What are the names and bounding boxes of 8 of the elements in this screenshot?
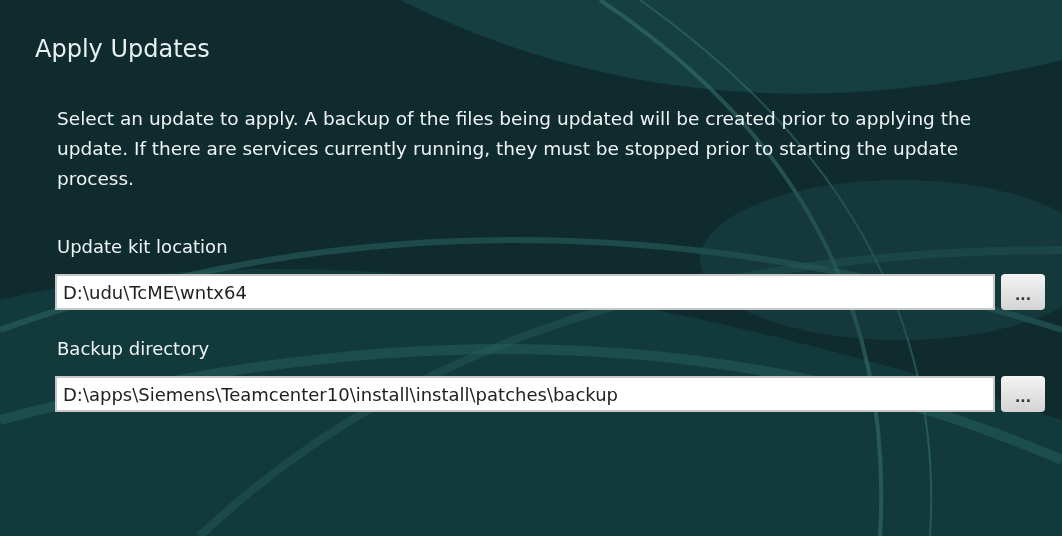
field-label: Update kit location: [57, 235, 228, 259]
description-text: Select an update to apply. A backup of the files being updated will be created prior to applying the update. If there are services currently running, they must be stopped prior to starting the update process.: [57, 107, 973, 191]
page-title: Apply Updates: [35, 34, 211, 64]
field-label: Backup directory: [57, 337, 210, 361]
browse-button[interactable]: ...: [1001, 274, 1045, 310]
browse-button[interactable]: ...: [1001, 376, 1045, 412]
path-field[interactable]: D:\apps\Siemens\Teamcenter10\install\install\patches\backup: [55, 376, 995, 412]
path-field[interactable]: D:\udu\TcME\wntx64: [55, 274, 995, 310]
